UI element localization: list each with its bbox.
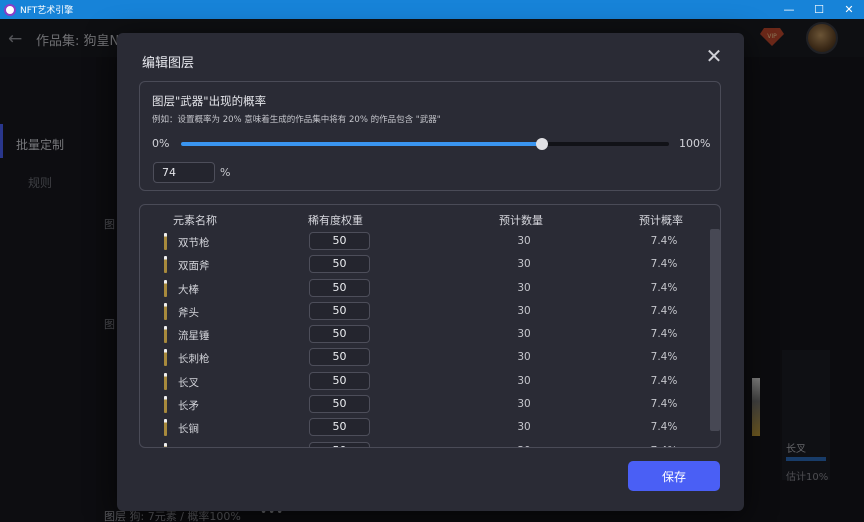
rarity-weight-input[interactable]: 50 xyxy=(309,395,370,414)
column-header-weight: 稀有度权重 xyxy=(308,214,363,227)
column-header-name: 元素名称 xyxy=(173,214,217,227)
element-name: 斧头 xyxy=(178,306,199,319)
estimated-count: 30 xyxy=(517,374,531,387)
layer-probability-section: 图层"武器"出现的概率 例如：设置概率为 20% 意味着生成的作品集中将有 20… xyxy=(139,81,721,191)
table-header: 元素名称 稀有度权重 预计数量 预计概率 xyxy=(140,205,720,227)
weapon-icon xyxy=(164,442,167,447)
probability-unit: % xyxy=(220,166,231,179)
rarity-weight-input[interactable]: 50 xyxy=(309,325,370,344)
estimated-count: 30 xyxy=(517,281,531,294)
estimated-count: 30 xyxy=(517,328,531,341)
maximize-button[interactable]: ☐ xyxy=(804,0,834,19)
rarity-weight-input[interactable]: 50 xyxy=(309,255,370,274)
estimated-probability: 7.4% xyxy=(650,304,678,317)
column-header-probability: 预计概率 xyxy=(639,214,683,227)
column-header-count: 预计数量 xyxy=(499,214,543,227)
app-logo-icon xyxy=(4,3,16,16)
weapon-icon xyxy=(164,256,167,274)
close-icon[interactable]: ✕ xyxy=(703,45,725,67)
window-controls: — ☐ ✕ xyxy=(774,0,864,19)
modal-title: 编辑图层 xyxy=(142,56,195,71)
estimated-count: 30 xyxy=(517,421,531,434)
probability-input[interactable]: 74 xyxy=(153,162,215,183)
element-name: 长矛 xyxy=(178,400,199,413)
minimize-button[interactable]: — xyxy=(774,0,804,19)
element-name: 长鞭 xyxy=(178,445,199,448)
element-name: 大棒 xyxy=(178,283,199,296)
estimated-count: 30 xyxy=(517,398,531,411)
slider-min-label: 0% xyxy=(152,137,170,150)
rarity-weight-input[interactable]: 50 xyxy=(309,301,370,320)
slider-max-label: 100% xyxy=(679,137,711,150)
estimated-probability: 7.4% xyxy=(650,235,678,247)
weapon-icon xyxy=(164,302,167,320)
element-name: 长叉 xyxy=(178,376,199,389)
estimated-count: 30 xyxy=(504,445,544,447)
table-row: 长锏 50 30 7.4% xyxy=(140,416,710,439)
window-close-button[interactable]: ✕ xyxy=(834,0,864,19)
element-name: 长锏 xyxy=(178,423,199,436)
element-name: 双节枪 xyxy=(178,237,210,249)
estimated-probability: 7.4% xyxy=(644,445,684,447)
estimated-probability: 7.4% xyxy=(650,398,678,411)
estimated-probability: 7.4% xyxy=(650,281,678,294)
table-body[interactable]: 双节枪 50 30 7.4% 双面斧 50 30 7.4% 大棒 50 30 7.4% 斧头 50 30 7.… xyxy=(140,230,710,448)
table-row: 双节枪 50 30 7.4% xyxy=(140,230,710,253)
element-name: 长刺枪 xyxy=(178,353,210,366)
table-row: 长矛 50 30 7.4% xyxy=(140,393,710,416)
table-row: 长叉 50 30 7.4% xyxy=(140,370,710,393)
rarity-weight-input[interactable]: 50 xyxy=(309,418,370,437)
window-title: NFT艺术引擎 xyxy=(20,6,74,16)
element-name: 双面斧 xyxy=(178,260,210,273)
weapon-icon xyxy=(164,349,167,367)
probability-example: 例如：设置概率为 20% 意味着生成的作品集中将有 20% 的作品包含 "武器" xyxy=(152,115,441,125)
estimated-count: 30 xyxy=(517,351,531,364)
weapon-icon xyxy=(164,419,167,437)
weapon-icon xyxy=(164,326,167,344)
probability-heading: 图层"武器"出现的概率 xyxy=(152,94,267,108)
table-scrollbar[interactable] xyxy=(710,229,720,431)
table-row: 斧头 50 30 7.4% xyxy=(140,300,710,323)
weapon-icon xyxy=(164,279,167,297)
estimated-probability: 7.4% xyxy=(650,258,678,271)
element-name: 流星锤 xyxy=(178,330,210,343)
probability-slider-thumb[interactable] xyxy=(536,138,549,150)
rarity-weight-input[interactable]: 50 xyxy=(309,348,370,367)
table-row: 长鞭 50 30 7.4% xyxy=(140,440,710,448)
estimated-probability: 7.4% xyxy=(650,421,678,434)
weapon-icon xyxy=(164,372,167,390)
estimated-count: 30 xyxy=(517,304,531,317)
table-row: 长刺枪 50 30 7.4% xyxy=(140,346,710,369)
table-row: 双面斧 50 30 7.4% xyxy=(140,253,710,276)
estimated-probability: 7.4% xyxy=(650,328,678,341)
edit-layer-modal: 编辑图层 ✕ 图层"武器"出现的概率 例如：设置概率为 20% 意味着生成的作品… xyxy=(117,33,744,511)
window-titlebar: NFT艺术引擎 — ☐ ✕ xyxy=(0,0,864,19)
probability-slider-fill xyxy=(181,142,543,146)
save-button[interactable]: 保存 xyxy=(628,461,720,491)
weapon-icon xyxy=(164,233,167,250)
rarity-weight-input[interactable]: 50 xyxy=(309,232,370,250)
elements-table: 元素名称 稀有度权重 预计数量 预计概率 双节枪 50 30 7.4% 双面斧 50 30 7… xyxy=(139,204,721,448)
estimated-count: 30 xyxy=(517,258,531,271)
table-row: 大棒 50 30 7.4% xyxy=(140,277,710,300)
rarity-weight-input[interactable]: 50 xyxy=(309,278,370,297)
rarity-weight-input[interactable]: 50 xyxy=(309,371,370,390)
estimated-probability: 7.4% xyxy=(650,351,678,364)
estimated-probability: 7.4% xyxy=(650,374,678,387)
probability-slider[interactable] xyxy=(181,138,669,150)
table-row: 流星锤 50 30 7.4% xyxy=(140,323,710,346)
weapon-icon xyxy=(164,396,167,414)
rarity-weight-input[interactable]: 50 xyxy=(309,441,370,447)
estimated-count: 30 xyxy=(517,235,531,247)
